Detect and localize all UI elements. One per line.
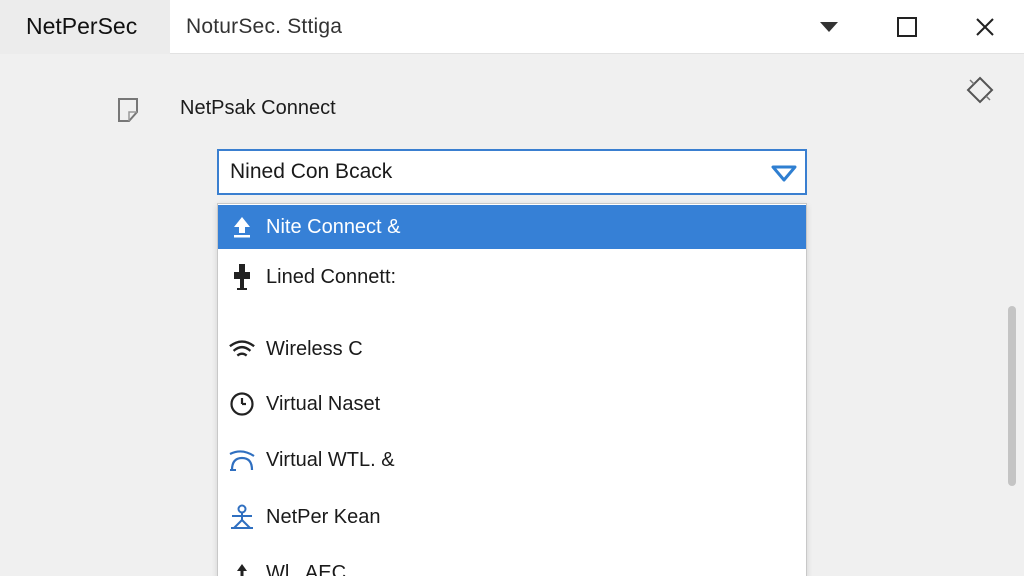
close-button[interactable] xyxy=(946,0,1024,54)
content-area: NetPsak Connect Nined Con Bcack Nite Con… xyxy=(0,54,1024,576)
list-item-label: Virtual WTL. & xyxy=(266,448,395,471)
maximize-button[interactable] xyxy=(868,0,946,54)
close-icon xyxy=(976,18,994,36)
compass-icon xyxy=(228,390,256,418)
diamond-pin-icon xyxy=(966,76,994,104)
wifi-icon xyxy=(228,335,256,363)
vertical-scrollbar[interactable] xyxy=(1008,306,1016,486)
connection-combo-box[interactable]: Nined Con Bcack xyxy=(217,149,807,195)
app-name: NetPerSec xyxy=(26,13,138,39)
list-item-label: Lined Connett: xyxy=(266,265,397,288)
list-item[interactable]: NetPer Kean xyxy=(218,495,806,539)
list-item-label: Virtual Naset xyxy=(266,392,381,415)
window-title: NoturSec. Sttiga xyxy=(186,14,343,38)
network-icon xyxy=(228,503,256,531)
signal-icon xyxy=(228,446,256,474)
title-bar: NetPerSec NoturSec. Sttiga xyxy=(0,0,1024,54)
pin-button[interactable] xyxy=(964,74,996,106)
list-item[interactable]: Lined Connett: xyxy=(218,255,806,299)
chevron-down-icon[interactable] xyxy=(771,162,797,184)
list-item[interactable]: Wl.. AEC xyxy=(218,551,806,576)
list-item-label: Wireless C xyxy=(266,337,363,360)
connection-dropdown-list: Nite Connect & Lined Connett: Wireless C… xyxy=(217,203,807,576)
list-item-label: Nite Connect & xyxy=(266,215,401,238)
maximize-icon xyxy=(897,17,917,37)
upload-icon xyxy=(228,213,256,241)
list-item[interactable]: Virtual Naset xyxy=(218,382,806,426)
list-item[interactable]: Virtual WTL. & xyxy=(218,438,806,482)
plug-icon xyxy=(228,263,256,291)
arrow-up-icon xyxy=(228,559,256,576)
list-item[interactable]: Wireless C xyxy=(218,327,806,371)
list-item-label: Wl.. AEC xyxy=(266,561,347,576)
minimize-dropdown-button[interactable] xyxy=(790,0,868,54)
chevron-down-icon xyxy=(820,22,838,32)
document-icon xyxy=(116,96,142,124)
section-title: NetPsak Connect xyxy=(180,97,336,119)
list-item-label: NetPer Kean xyxy=(266,505,381,528)
app-tab[interactable]: NetPerSec xyxy=(0,0,170,54)
list-item[interactable]: Nite Connect & xyxy=(218,205,806,249)
window-controls xyxy=(790,0,1024,54)
combo-selected-value: Nined Con Bcack xyxy=(230,160,393,183)
